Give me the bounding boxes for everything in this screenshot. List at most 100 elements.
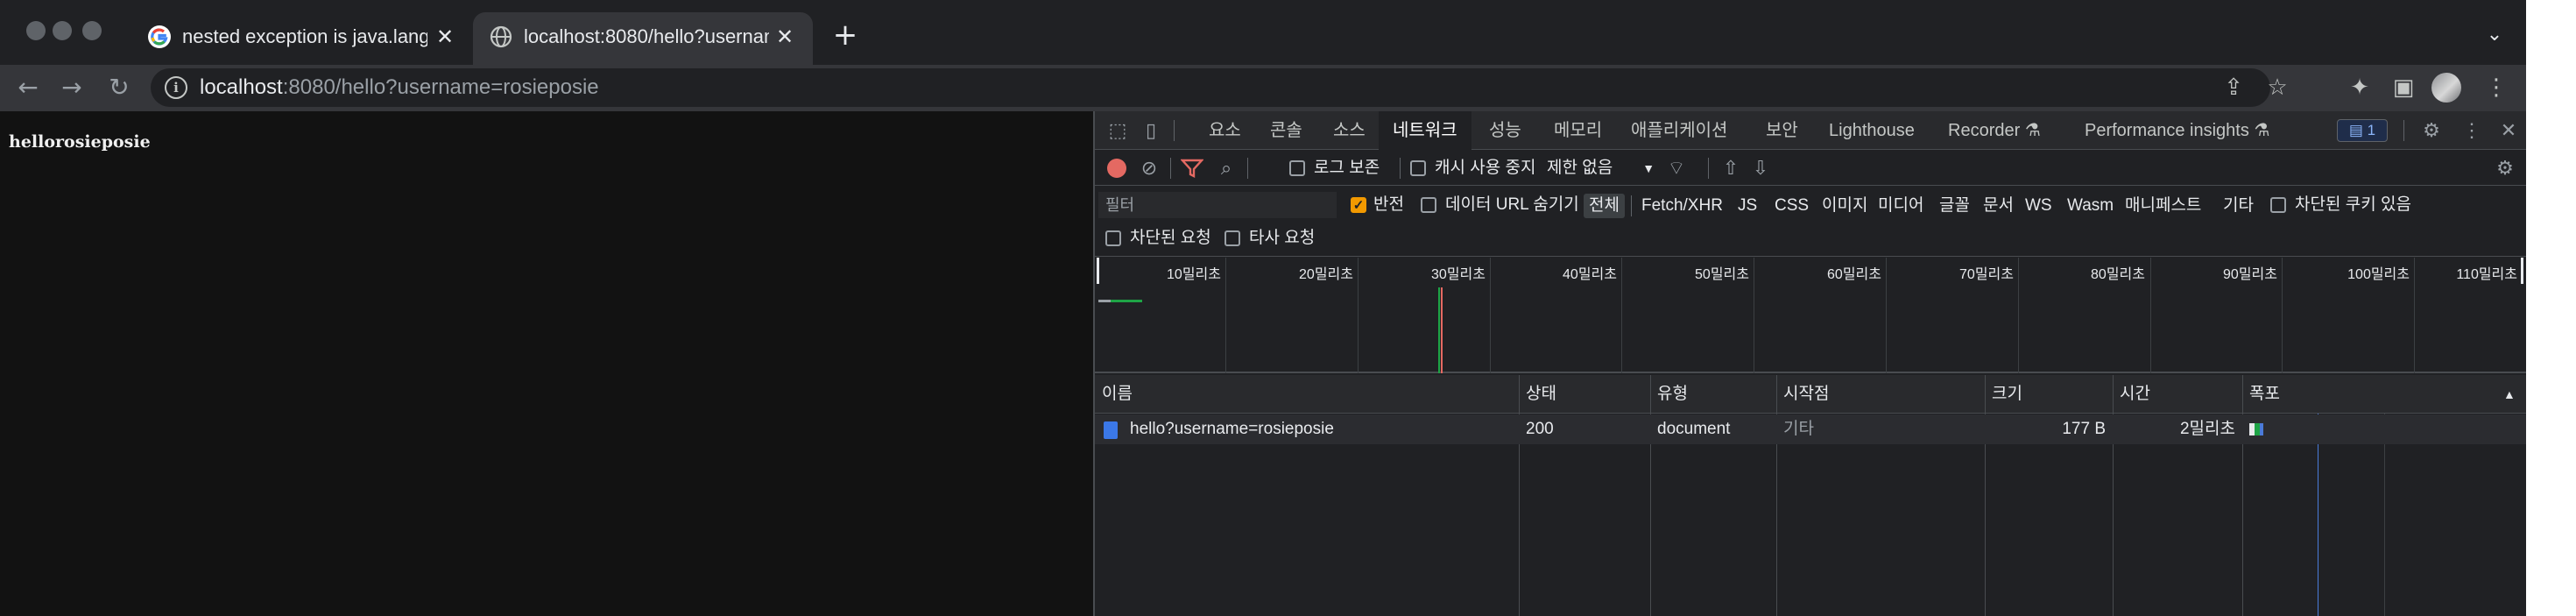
clear-icon[interactable]: ⊘ <box>1137 156 1161 181</box>
site-info-icon[interactable]: i <box>165 76 187 99</box>
preserve-log-checkbox[interactable] <box>1289 160 1305 176</box>
filter-type-font[interactable]: 글꼴 <box>1934 194 1975 218</box>
network-settings-gear-icon[interactable]: ⚙ <box>2493 156 2517 181</box>
devtools-tab-bar: ⬚ ▯ 요소 콘솔 소스 네트워크 성능 메모리 애플리케이션 보안 Light… <box>1095 111 2526 150</box>
tab-performance-insights[interactable]: Performance insights ⚗ <box>2085 111 2269 150</box>
filter-input[interactable]: 필터 <box>1098 192 1337 218</box>
column-divider <box>2113 375 2114 616</box>
tab-memory[interactable]: 메모리 <box>1554 111 1602 150</box>
url-path: :8080/hello?username=rosieposie <box>282 75 599 99</box>
throttling-value: 제한 없음 <box>1547 159 1613 177</box>
column-header-name[interactable]: 이름 <box>1095 375 1133 414</box>
filter-type-css[interactable]: CSS <box>1769 194 1814 218</box>
filter-type-media[interactable]: 미디어 <box>1873 194 1929 218</box>
reload-icon[interactable]: ↻ <box>102 70 137 105</box>
export-har-icon[interactable]: ⇩ <box>1748 156 1773 181</box>
browser-tab-1[interactable]: nested exception is java.lang.n ✕ <box>131 12 473 65</box>
column-divider <box>1985 375 1986 616</box>
tab-performance-insights-label: Performance insights <box>2085 121 2249 140</box>
avatar[interactable] <box>2431 73 2461 103</box>
new-tab-button[interactable]: + <box>828 18 863 53</box>
column-header-initiator[interactable]: 시작점 <box>1776 375 1829 414</box>
import-har-icon[interactable]: ⇧ <box>1719 156 1743 181</box>
filter-icon[interactable] <box>1181 158 1203 179</box>
filter-type-js[interactable]: JS <box>1733 194 1762 218</box>
overview-request-bar-wait <box>1098 300 1111 302</box>
tab-network[interactable]: 네트워크 <box>1379 111 1471 150</box>
inspect-element-icon[interactable]: ⬚ <box>1105 118 1130 143</box>
back-icon[interactable]: ← <box>11 70 46 105</box>
column-divider <box>1650 375 1651 616</box>
tab-console[interactable]: 콘솔 <box>1270 111 1302 150</box>
timeline-overview[interactable]: 10밀리초 20밀리초 30밀리초 40밀리초 50밀리초 60밀리초 70밀리… <box>1095 258 2526 373</box>
third-party-checkbox[interactable] <box>1224 230 1240 246</box>
tab-lighthouse[interactable]: Lighthouse <box>1829 111 1915 150</box>
blocked-cookies-checkbox[interactable] <box>2270 197 2286 213</box>
search-icon[interactable]: ⌕ <box>1214 156 1239 181</box>
gear-icon[interactable]: ⚙ <box>2419 118 2444 143</box>
tick-label: 90밀리초 <box>2223 267 2277 282</box>
filter-type-images[interactable]: 이미지 <box>1817 194 1873 218</box>
filter-type-other[interactable]: 기타 <box>2218 194 2259 218</box>
maximize-window-button[interactable] <box>82 21 102 40</box>
filter-type-manifest[interactable]: 매니페스트 <box>2120 194 2206 218</box>
tick-label: 110밀리초 <box>2456 267 2517 282</box>
google-icon <box>148 25 171 48</box>
close-icon[interactable]: ✕ <box>431 23 459 51</box>
minimize-window-button[interactable] <box>53 21 72 40</box>
column-divider <box>1519 375 1520 616</box>
share-icon[interactable]: ⇪ <box>2218 72 2249 103</box>
browser-tab-2[interactable]: localhost:8080/hello?usernam ✕ <box>473 12 813 65</box>
filter-type-fetch-xhr[interactable]: Fetch/XHR <box>1636 194 1728 218</box>
more-menu-icon[interactable]: ⋮ <box>2481 72 2512 103</box>
device-toolbar-icon[interactable]: ▯ <box>1139 118 1163 143</box>
tab-strip: nested exception is java.lang.n ✕ localh… <box>0 0 2526 65</box>
close-window-button[interactable] <box>26 21 46 40</box>
close-icon[interactable]: ✕ <box>771 23 799 51</box>
disable-cache-label: 캐시 사용 중지 <box>1435 159 1536 177</box>
side-panel-icon[interactable]: ▣ <box>2388 72 2419 103</box>
filter-type-all[interactable]: 전체 <box>1584 194 1625 218</box>
column-header-size[interactable]: 크기 <box>1985 375 2022 414</box>
table-row[interactable]: hello?username=rosieposie 200 document 기… <box>1095 414 2526 444</box>
divider <box>1631 195 1632 216</box>
record-icon[interactable] <box>1107 159 1126 178</box>
preserve-log-label: 로그 보존 <box>1314 159 1380 177</box>
tab-elements[interactable]: 요소 <box>1209 111 1241 150</box>
filter-type-doc[interactable]: 문서 <box>1978 194 2019 218</box>
column-header-time[interactable]: 시간 <box>2113 375 2150 414</box>
url-text[interactable]: localhost:8080/hello?username=rosieposie <box>200 74 599 102</box>
invert-checkbox[interactable]: ✓ <box>1351 197 1366 213</box>
filter-type-wasm[interactable]: Wasm <box>2062 194 2119 218</box>
tab-performance[interactable]: 성능 <box>1489 111 1521 150</box>
tab-recorder[interactable]: Recorder ⚗ <box>1948 111 2041 150</box>
address-bar[interactable]: i localhost:8080/hello?username=rosiepos… <box>151 68 2288 107</box>
hide-data-urls-checkbox[interactable] <box>1421 197 1436 213</box>
issues-badge[interactable]: ▤ 1 <box>2337 119 2388 142</box>
forward-icon[interactable]: → <box>54 70 89 105</box>
column-header-type[interactable]: 유형 <box>1650 375 1688 414</box>
overview-start-handle[interactable] <box>1097 258 1099 284</box>
flask-icon: ⚗ <box>2254 121 2270 140</box>
bookmark-star-icon[interactable]: ☆ <box>2262 72 2293 103</box>
extensions-icon[interactable]: ✦ <box>2344 72 2375 103</box>
row-name[interactable]: hello?username=rosieposie <box>1130 414 1334 444</box>
column-header-waterfall[interactable]: 폭포 <box>2242 375 2280 414</box>
throttling-select[interactable]: 제한 없음 ▼ <box>1547 158 1655 179</box>
chevron-down-icon[interactable]: ⌄ <box>2479 19 2510 51</box>
network-conditions-icon[interactable]: ⌔ <box>1664 156 1689 181</box>
overview-end-handle[interactable] <box>2521 258 2523 284</box>
tab-sources[interactable]: 소스 <box>1333 111 1366 150</box>
close-icon[interactable]: ✕ <box>2496 118 2521 143</box>
disable-cache-checkbox[interactable] <box>1410 160 1426 176</box>
sort-ascending-icon[interactable]: ▲ <box>2496 375 2516 414</box>
overview-request-bar <box>1111 300 1142 302</box>
tab-security[interactable]: 보안 <box>1766 111 1798 150</box>
column-header-status[interactable]: 상태 <box>1519 375 1556 414</box>
filter-type-ws[interactable]: WS <box>2020 194 2057 218</box>
blocked-requests-checkbox[interactable] <box>1105 230 1121 246</box>
tick-label: 50밀리초 <box>1695 267 1749 282</box>
filter-bar: 필터 ✓ 반전 데이터 URL 숨기기 전체 Fetch/XHR JS CSS … <box>1095 187 2526 257</box>
tab-application[interactable]: 애플리케이션 <box>1631 111 1727 150</box>
more-options-icon[interactable]: ⋮ <box>2460 118 2484 143</box>
